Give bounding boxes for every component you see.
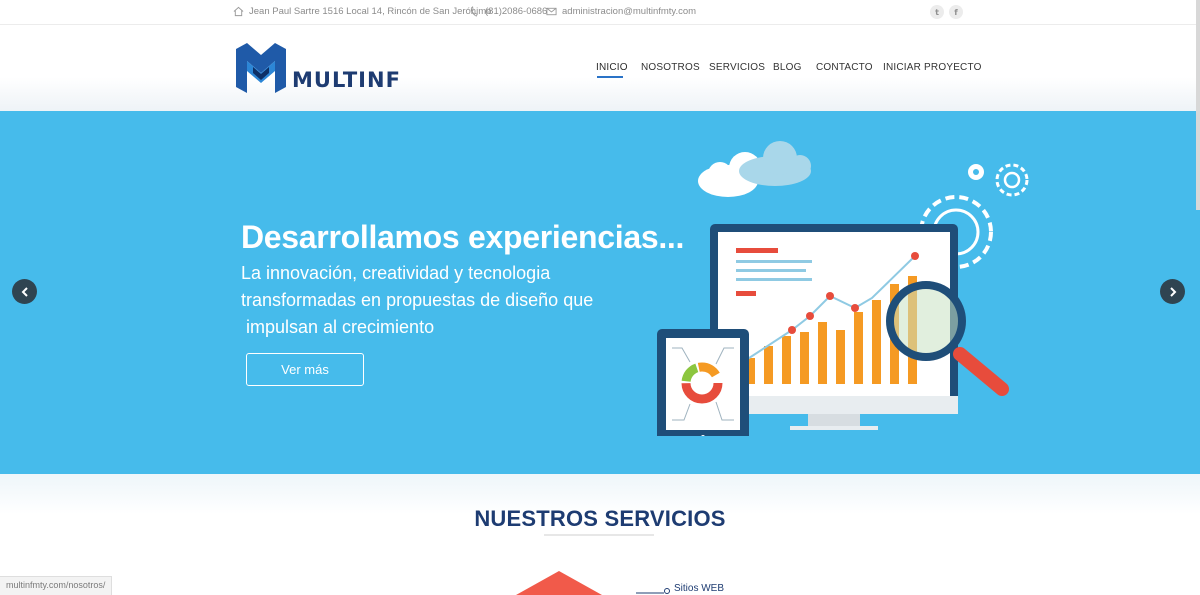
email-info[interactable]: administracion@multinfmty.com	[546, 6, 696, 17]
chevron-left-icon	[21, 286, 28, 297]
nav-nosotros[interactable]: NOSOTROS	[641, 62, 700, 73]
slider-next-button[interactable]	[1160, 279, 1185, 304]
service-shape-icon	[516, 571, 602, 595]
logo-text: MULTINF	[292, 68, 401, 92]
phone-text: (81)2086-0686	[485, 6, 548, 17]
analytics-illustration	[657, 141, 1029, 436]
twitter-icon[interactable]: t	[930, 5, 944, 19]
envelope-icon	[546, 7, 557, 16]
services-heading: NUESTROS SERVICIOS	[474, 506, 726, 531]
nav-blog[interactable]: BLOG	[773, 62, 802, 73]
site-header: MULTINF INICIO NOSOTROS SERVICIOS BLOG C…	[0, 26, 1200, 111]
service-item-sitios-web[interactable]: Sitios WEB	[674, 583, 724, 594]
hero-subtitle-line-1: La innovación, creatividad y tecnologia	[241, 263, 551, 283]
email-text: administracion@multinfmty.com	[562, 6, 697, 17]
scrollbar[interactable]	[1196, 0, 1200, 210]
page: Jean Paul Sartre 1516 Local 14, Rincón d…	[0, 0, 1200, 595]
nav-iniciar-proyecto[interactable]: INICIAR PROYECTO	[883, 62, 982, 73]
ver-mas-button[interactable]: Ver más	[246, 353, 364, 386]
address-text: Jean Paul Sartre 1516 Local 14, Rincón d…	[249, 6, 492, 17]
tablet-icon	[657, 329, 749, 436]
nav-contacto[interactable]: CONTACTO	[816, 62, 873, 73]
top-info-bar: Jean Paul Sartre 1516 Local 14, Rincón d…	[0, 0, 1200, 25]
phone-icon	[470, 6, 478, 17]
status-bar-url: multinfmty.com/nosotros/	[0, 576, 113, 595]
small-gear-icon	[968, 164, 984, 180]
nav-inicio[interactable]: INICIO	[596, 62, 628, 73]
phone-info[interactable]: (81)2086-0686	[469, 6, 547, 17]
hero-title: Desarrollamos experiencias...	[241, 219, 685, 255]
slider-prev-button[interactable]	[12, 279, 37, 304]
chevron-right-icon	[1169, 286, 1176, 297]
nav-servicios[interactable]: SERVICIOS	[709, 62, 765, 73]
heading-underline	[544, 534, 654, 536]
hero-subtitle-line-2: transformadas en propuestas de diseño qu…	[241, 290, 594, 310]
hero-subtitle-line-3: impulsan al crecimiento	[241, 317, 435, 337]
hero-slider: Desarrollamos experiencias... La innovac…	[0, 111, 1200, 474]
address-info: Jean Paul Sartre 1516 Local 14, Rincón d…	[233, 6, 491, 17]
nav-active-indicator	[597, 76, 623, 78]
logo-mark-icon	[236, 43, 286, 93]
facebook-icon[interactable]: f	[949, 5, 963, 19]
connector-icon	[636, 588, 670, 594]
cloud-icon	[698, 141, 811, 197]
logo[interactable]: MULTINF	[234, 43, 401, 93]
home-icon	[233, 6, 244, 17]
